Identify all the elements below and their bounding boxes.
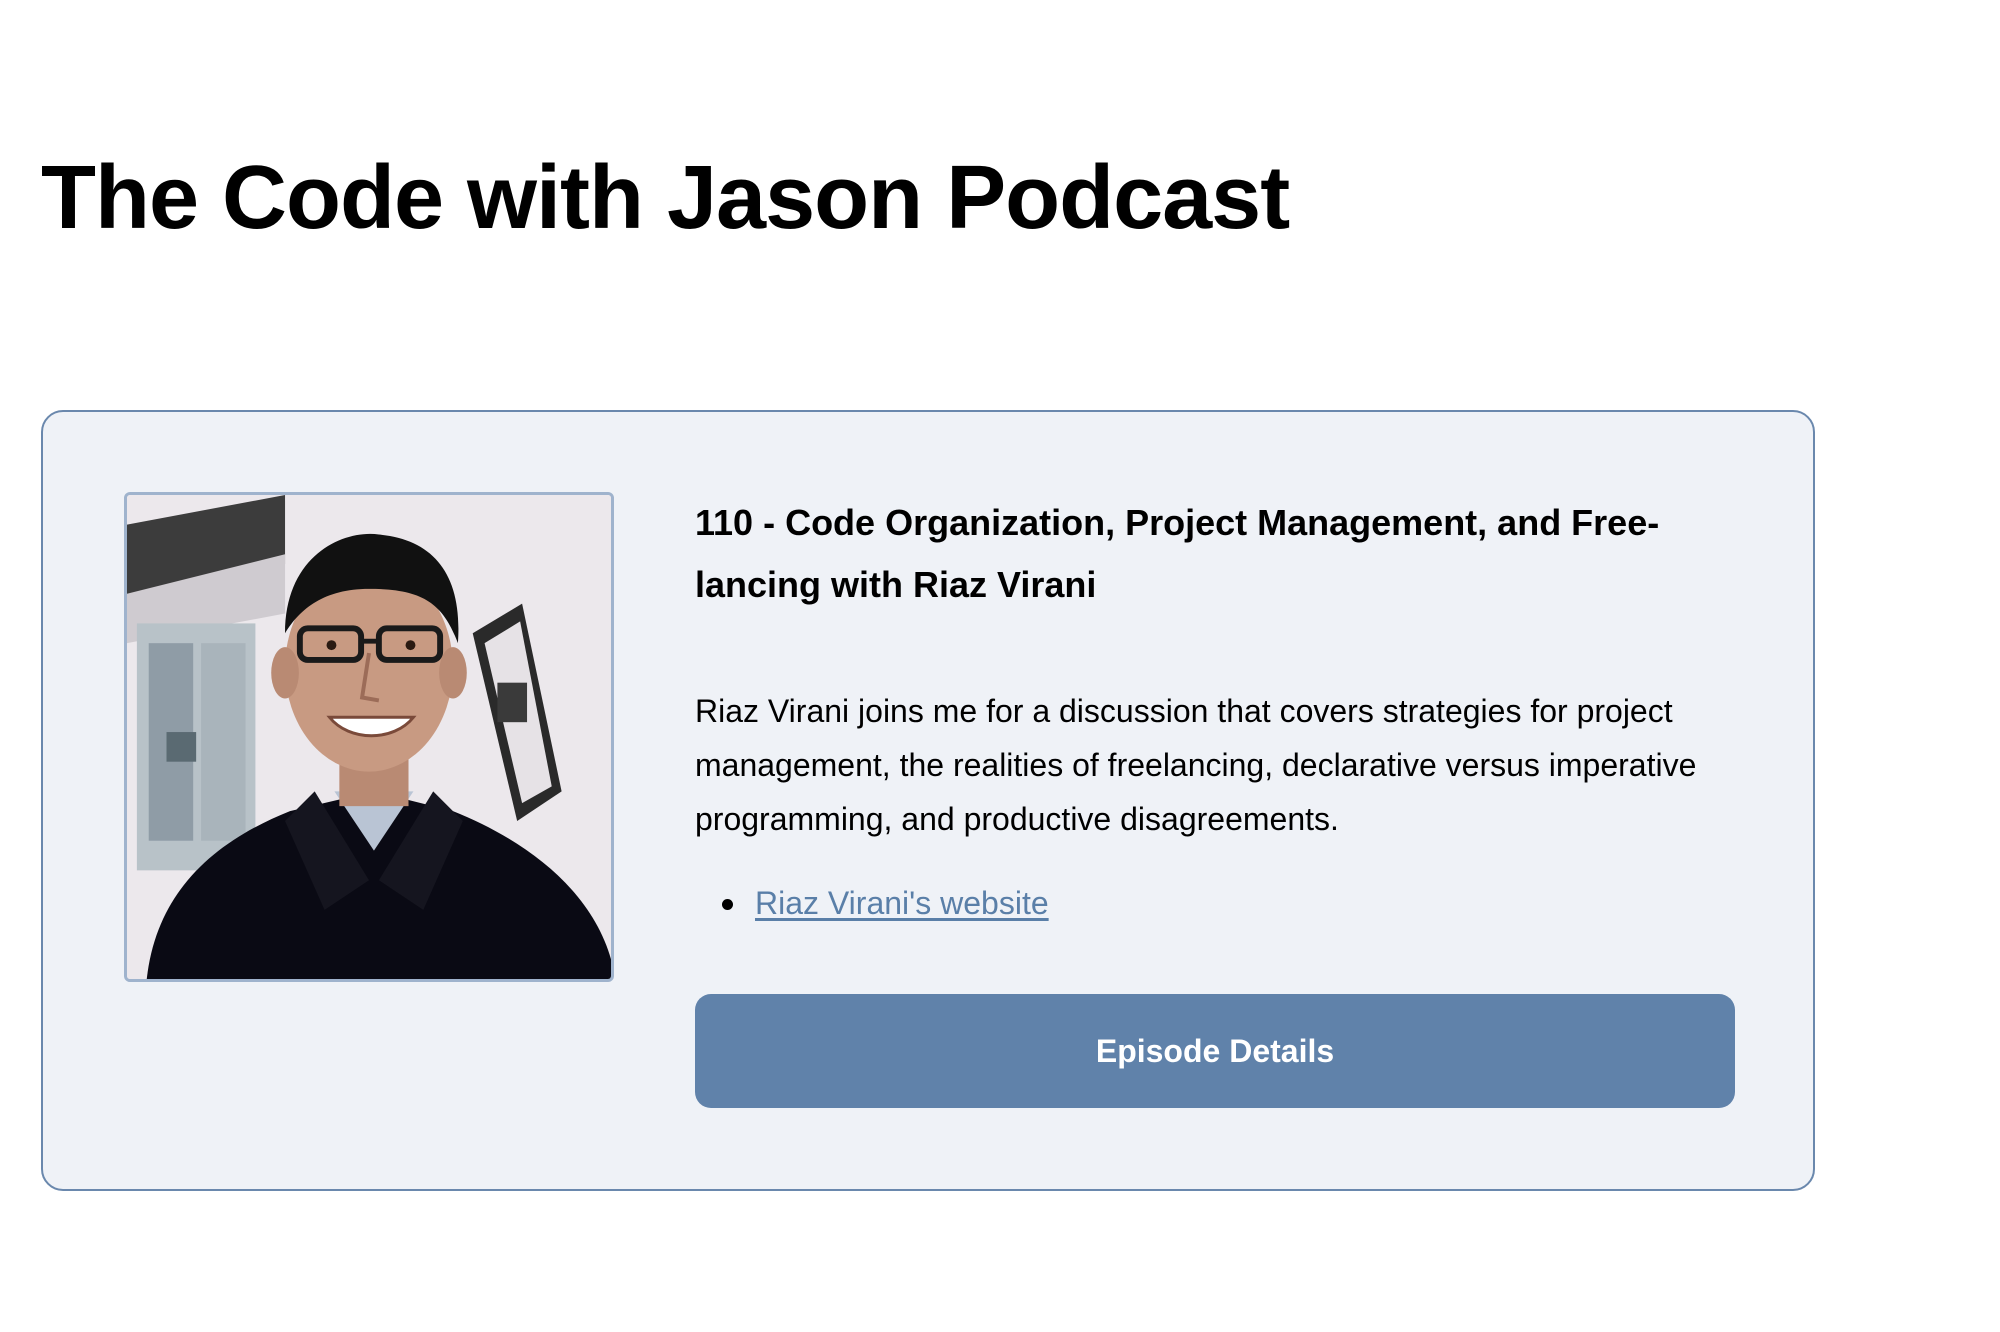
page-title: The Code with Jason Podcast [41,148,1290,248]
guest-photo [124,492,614,982]
guest-photo-image [127,495,611,979]
episode-title: 110 - Code Organization, Project Managem… [695,502,1660,605]
episode-content: 110 - Code Organization, Project Managem… [695,492,1735,930]
guest-website-link[interactable]: Riaz Virani's website [755,885,1049,921]
episode-links-list: Riaz Virani's website [695,876,1735,930]
episode-description: Riaz Virani joins me for a discussion th… [695,693,1697,837]
episode-details-button[interactable]: Episode Details [695,994,1735,1108]
list-item: Riaz Virani's website [722,876,1735,930]
bullet-icon [722,899,733,910]
episode-card: 110 - Code Organization, Project Managem… [41,410,1815,1191]
